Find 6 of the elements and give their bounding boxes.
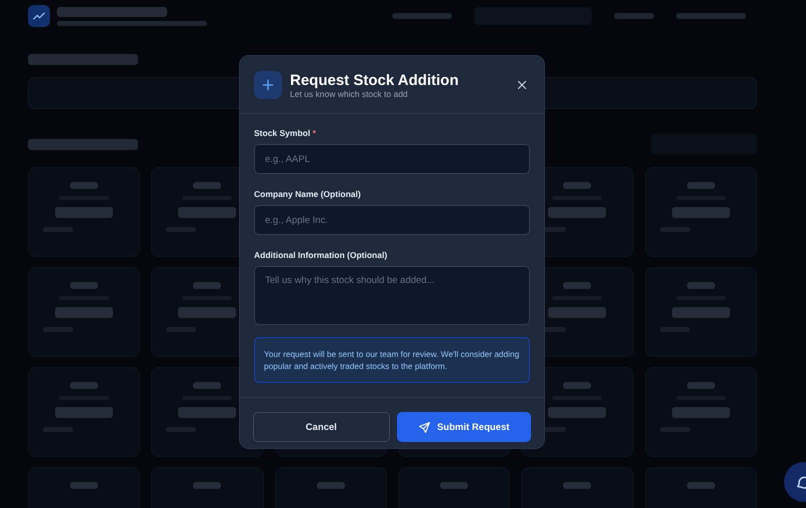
dialog-subtitle: Let us know which stock to add bbox=[290, 88, 409, 98]
field-label: Company Name (Optional) bbox=[254, 189, 362, 199]
dialog-title: Request Stock Addition bbox=[290, 72, 460, 88]
field-label: Stock Symbol * bbox=[254, 128, 317, 138]
field-label: Additional Information (Optional) bbox=[254, 250, 388, 260]
info-message: Your request will be sent to our team for review. We'll consider adding popular and actively traded stocks to the platform. bbox=[254, 337, 530, 383]
